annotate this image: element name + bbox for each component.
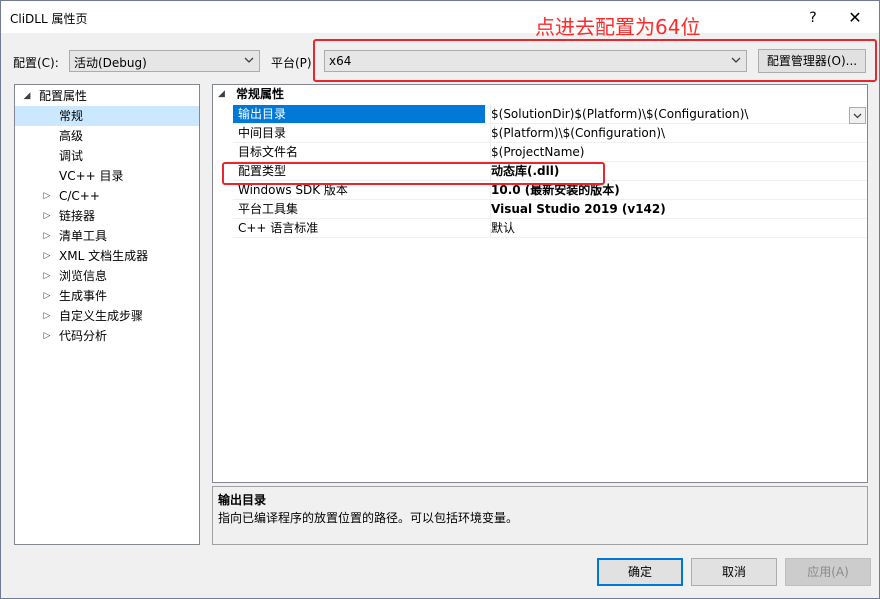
collapsed-triangle-icon[interactable]: ▷ bbox=[42, 186, 52, 206]
expanded-triangle-icon[interactable]: ◢ bbox=[218, 85, 225, 104]
property-value[interactable]: $(Platform)\$(Configuration)\ bbox=[490, 124, 867, 142]
collapsed-triangle-icon[interactable]: ▷ bbox=[42, 306, 52, 326]
tree-item-label: 调试 bbox=[59, 149, 84, 163]
property-row[interactable]: 目标文件名 $(ProjectName) bbox=[233, 143, 867, 162]
tree-item-label: 高级 bbox=[59, 129, 84, 143]
description-title: 输出目录 bbox=[218, 493, 267, 507]
property-row[interactable]: C++ 语言标准 默认 bbox=[233, 219, 867, 238]
property-grid[interactable]: ◢ 常规属性 输出目录 $(SolutionDir)$(Platform)\$(C… bbox=[212, 84, 868, 483]
tree-item[interactable]: ▷ 清单工具 bbox=[15, 226, 199, 246]
tree-item-label: 清单工具 bbox=[59, 229, 108, 243]
tree-item[interactable]: ▷ 生成事件 bbox=[15, 286, 199, 306]
property-value[interactable]: 默认 bbox=[490, 219, 867, 237]
collapsed-triangle-icon[interactable]: ▷ bbox=[42, 286, 52, 306]
collapsed-triangle-icon[interactable]: ▷ bbox=[42, 226, 52, 246]
apply-button[interactable]: 应用(A) bbox=[785, 558, 871, 586]
property-row[interactable]: 中间目录 $(Platform)\$(Configuration)\ bbox=[233, 124, 867, 143]
window-title: CliDLL 属性页 bbox=[10, 12, 88, 26]
tree-root-config-properties[interactable]: ◢ 配置属性 bbox=[15, 86, 199, 106]
tree-item-label: 浏览信息 bbox=[59, 269, 108, 283]
annotation-text: 点进去配置为64位 bbox=[535, 15, 701, 39]
value-dropdown-button[interactable] bbox=[849, 107, 866, 124]
cancel-button[interactable]: 取消 bbox=[691, 558, 777, 586]
collapsed-triangle-icon[interactable]: ▷ bbox=[42, 206, 52, 226]
tree-item-label: C/C++ bbox=[59, 189, 100, 203]
ok-button[interactable]: 确定 bbox=[597, 558, 683, 586]
description-text: 指向已编译程序的放置位置的路径。可以包括环境变量。 bbox=[218, 511, 519, 525]
highlight-box-platform bbox=[313, 39, 877, 82]
tree-item-label: 生成事件 bbox=[59, 289, 108, 303]
expanded-triangle-icon[interactable]: ◢ bbox=[22, 86, 32, 106]
platform-label: 平台(P): bbox=[271, 56, 316, 70]
property-pages-dialog: CliDLL 属性页 ? ✕ 点进去配置为64位 配置(C): 活动(Debug… bbox=[0, 0, 880, 599]
highlight-box-config-type bbox=[222, 162, 605, 185]
tree-item[interactable]: 高级 bbox=[15, 126, 199, 146]
category-tree[interactable]: ◢ 配置属性 常规高级调试 VC++ 目录 ▷ C/C++ ▷ 链接器 ▷ 清单工具 ▷ XML … bbox=[14, 84, 200, 545]
config-select-value: 活动(Debug) bbox=[74, 56, 147, 70]
tree-item[interactable]: ▷ 浏览信息 bbox=[15, 266, 199, 286]
config-select[interactable]: 活动(Debug) bbox=[69, 50, 260, 72]
tree-item-label: 代码分析 bbox=[59, 329, 108, 343]
property-name: 平台工具集 bbox=[238, 202, 299, 216]
tree-root-label: 配置属性 bbox=[39, 89, 88, 103]
tree-item[interactable]: ▷ 链接器 bbox=[15, 206, 199, 226]
property-name: C++ 语言标准 bbox=[238, 221, 319, 235]
tree-item-label: 链接器 bbox=[59, 209, 96, 223]
tree-item[interactable]: VC++ 目录 bbox=[15, 166, 199, 186]
collapsed-triangle-icon[interactable]: ▷ bbox=[42, 326, 52, 346]
property-value[interactable]: $(SolutionDir)$(Platform)\$(Configuratio… bbox=[490, 105, 867, 123]
property-value[interactable]: Visual Studio 2019 (v142) bbox=[490, 200, 867, 218]
tree-item[interactable]: ▷ 自定义生成步骤 bbox=[15, 306, 199, 326]
tree-item[interactable]: ▷ 代码分析 bbox=[15, 326, 199, 346]
help-button[interactable]: ? bbox=[799, 7, 827, 29]
close-button[interactable]: ✕ bbox=[841, 7, 869, 29]
tree-item[interactable]: 调试 bbox=[15, 146, 199, 166]
property-name: 输出目录 bbox=[233, 105, 485, 123]
tree-item-label: 自定义生成步骤 bbox=[59, 309, 144, 323]
property-row[interactable]: 平台工具集 Visual Studio 2019 (v142) bbox=[233, 200, 867, 219]
title-bar: CliDLL 属性页 ? ✕ bbox=[1, 1, 879, 33]
tree-item[interactable]: ▷ XML 文档生成器 bbox=[15, 246, 199, 266]
collapsed-triangle-icon[interactable]: ▷ bbox=[42, 246, 52, 266]
tree-item[interactable]: ▷ C/C++ bbox=[15, 186, 199, 206]
tree-item[interactable]: 常规 bbox=[15, 106, 199, 126]
chevron-down-icon bbox=[244, 57, 254, 63]
property-row[interactable]: 输出目录 $(SolutionDir)$(Platform)\$(Configur… bbox=[233, 105, 867, 124]
category-label: 常规属性 bbox=[236, 87, 285, 101]
tree-item-label: VC++ 目录 bbox=[59, 169, 124, 183]
category-general-properties[interactable]: ◢ 常规属性 bbox=[213, 85, 867, 104]
property-value[interactable]: $(ProjectName) bbox=[490, 143, 867, 161]
chevron-down-icon bbox=[853, 113, 862, 119]
description-panel: 输出目录 指向已编译程序的放置位置的路径。可以包括环境变量。 bbox=[212, 486, 868, 545]
tree-item-label: 常规 bbox=[59, 109, 84, 123]
property-name: 中间目录 bbox=[238, 126, 287, 140]
property-name: 目标文件名 bbox=[238, 145, 299, 159]
collapsed-triangle-icon[interactable]: ▷ bbox=[42, 266, 52, 286]
config-label: 配置(C): bbox=[13, 56, 59, 70]
tree-item-label: XML 文档生成器 bbox=[59, 249, 149, 263]
